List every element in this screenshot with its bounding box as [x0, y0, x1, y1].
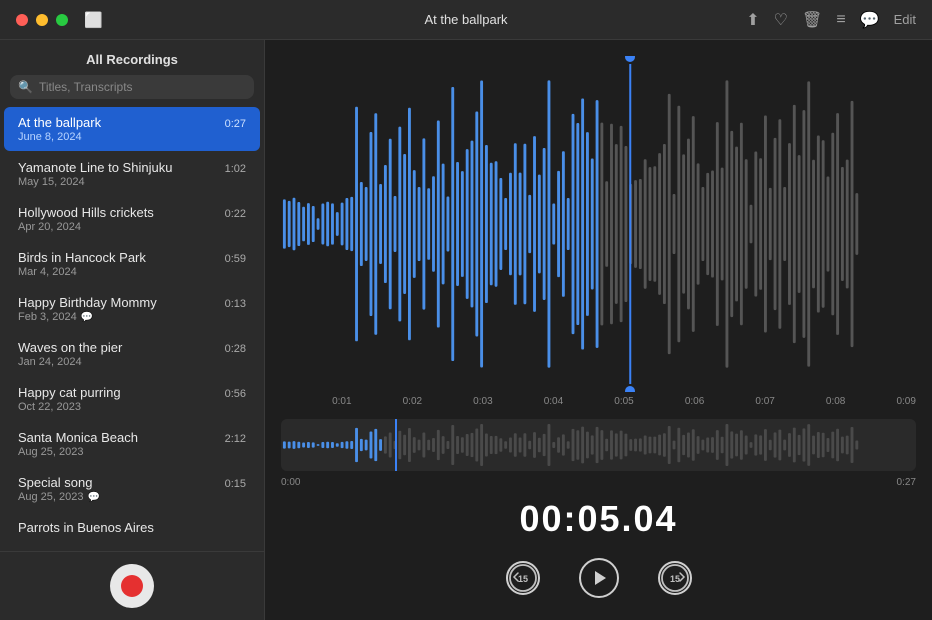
recording-date: Aug 25, 2023	[18, 491, 83, 503]
recording-duration: 0:22	[225, 208, 246, 220]
close-button[interactable]	[16, 14, 28, 26]
recording-duration: 0:27	[225, 118, 246, 130]
skip-back-button[interactable]: 15	[501, 556, 545, 600]
maximize-button[interactable]	[56, 14, 68, 26]
recording-date: May 15, 2024	[18, 176, 85, 188]
recording-name: Hollywood Hills crickets	[18, 205, 154, 220]
time-marker: 0:06	[685, 396, 704, 407]
time-marker: 0:01	[332, 396, 351, 407]
search-input[interactable]	[39, 80, 246, 94]
delete-icon[interactable]: 🗑	[802, 10, 822, 30]
mini-waveform[interactable]	[281, 419, 916, 471]
recording-item-8[interactable]: Santa Monica Beach 2:12 Aug 25, 2023	[4, 422, 260, 466]
time-axis: 0:01 0:02 0:03 0:04 0:05 0:06 0:07 0:08 0:09	[281, 396, 916, 411]
transcript-icon: 💬	[81, 312, 93, 323]
playback-controls: 15 15	[281, 548, 916, 604]
search-icon: 🔍	[18, 80, 33, 94]
main-layout: All Recordings 🔍 At the ballpark 0:27 Ju…	[0, 40, 932, 620]
recording-item-5[interactable]: Happy Birthday Mommy 0:13 Feb 3, 2024 💬	[4, 287, 260, 331]
recording-name: Waves on the pier	[18, 340, 122, 355]
sidebar-toggle-icon[interactable]: ⬜	[84, 11, 103, 29]
recording-item-1[interactable]: At the ballpark 0:27 June 8, 2024	[4, 107, 260, 151]
favorite-icon[interactable]: ♡	[774, 10, 788, 30]
recording-date: Mar 4, 2024	[18, 266, 77, 278]
skip-forward-button[interactable]: 15	[653, 556, 697, 600]
play-pause-button[interactable]	[577, 556, 621, 600]
recording-duration: 0:28	[225, 343, 246, 355]
chat-icon[interactable]: 💬	[860, 10, 880, 30]
recording-date: Feb 3, 2024	[18, 311, 77, 323]
recording-date: Apr 20, 2024	[18, 221, 81, 233]
skip-forward-icon: 15	[658, 561, 692, 595]
recording-name: Santa Monica Beach	[18, 430, 138, 445]
titlebar-actions: ⬆ ♡ 🗑 ≡ 💬 Edit	[746, 10, 916, 30]
window-controls: ⬜	[16, 11, 103, 29]
recording-item-7[interactable]: Happy cat purring 0:56 Oct 22, 2023	[4, 377, 260, 421]
window-title: At the ballpark	[424, 12, 507, 27]
recording-item-3[interactable]: Hollywood Hills crickets 0:22 Apr 20, 20…	[4, 197, 260, 241]
recording-item-4[interactable]: Birds in Hancock Park 0:59 Mar 4, 2024	[4, 242, 260, 286]
record-dot	[121, 575, 143, 597]
recording-name: Special song	[18, 475, 92, 490]
timer-display: 00:05.04	[281, 498, 916, 540]
content-area: 0:01 0:02 0:03 0:04 0:05 0:06 0:07 0:08 0:09 0:0…	[265, 40, 932, 620]
recording-date: Aug 25, 2023	[18, 446, 83, 458]
recording-duration: 0:59	[225, 253, 246, 265]
time-marker: 0:08	[826, 396, 845, 407]
mini-time-start: 0:00	[281, 477, 300, 488]
recording-item-9[interactable]: Special song 0:15 Aug 25, 2023 💬	[4, 467, 260, 511]
recording-item-2[interactable]: Yamanote Line to Shinjuku 1:02 May 15, 2…	[4, 152, 260, 196]
sidebar-header: All Recordings	[0, 40, 264, 75]
sidebar-footer	[0, 551, 264, 620]
time-marker: 0:05	[614, 396, 633, 407]
recording-duration: 1:02	[225, 163, 246, 175]
time-marker: 0:02	[403, 396, 422, 407]
search-bar[interactable]: 🔍	[10, 75, 254, 99]
recording-item-6[interactable]: Waves on the pier 0:28 Jan 24, 2024	[4, 332, 260, 376]
share-icon[interactable]: ⬆	[746, 10, 759, 30]
mini-waveform-svg	[281, 419, 916, 471]
skip-back-icon: 15	[506, 561, 540, 595]
waveform-svg	[281, 56, 916, 392]
recording-date: Oct 22, 2023	[18, 401, 81, 413]
recording-name: Happy cat purring	[18, 385, 121, 400]
recording-date: Jan 24, 2024	[18, 356, 82, 368]
recording-name: Birds in Hancock Park	[18, 250, 146, 265]
time-marker: 0:09	[896, 396, 915, 407]
transcript-icon: 💬	[87, 492, 99, 503]
mini-time-end: 0:27	[897, 477, 916, 488]
recording-duration: 0:15	[225, 478, 246, 490]
mini-time-axis: 0:00 0:27	[281, 475, 916, 490]
edit-button[interactable]: Edit	[894, 12, 916, 27]
main-waveform[interactable]	[281, 56, 916, 392]
minimize-button[interactable]	[36, 14, 48, 26]
recording-name: Happy Birthday Mommy	[18, 295, 157, 310]
recordings-list: At the ballpark 0:27 June 8, 2024 Yamano…	[0, 107, 264, 551]
recording-name: Parrots in Buenos Aires	[18, 520, 154, 535]
recording-name: Yamanote Line to Shinjuku	[18, 160, 172, 175]
play-icon	[579, 558, 619, 598]
sidebar: All Recordings 🔍 At the ballpark 0:27 Ju…	[0, 40, 265, 620]
time-marker: 0:04	[544, 396, 563, 407]
recording-duration: 2:12	[225, 433, 246, 445]
time-marker: 0:07	[755, 396, 774, 407]
recording-duration: 0:56	[225, 388, 246, 400]
svg-text:15: 15	[517, 574, 527, 584]
titlebar: ⬜ At the ballpark ⬆ ♡ 🗑 ≡ 💬 Edit	[0, 0, 932, 40]
list-icon[interactable]: ≡	[836, 11, 845, 29]
recording-item-10[interactable]: Parrots in Buenos Aires	[4, 512, 260, 544]
recording-duration: 0:13	[225, 298, 246, 310]
svg-text:15: 15	[669, 574, 679, 584]
recording-date: June 8, 2024	[18, 131, 82, 143]
record-button[interactable]	[110, 564, 154, 608]
recording-name: At the ballpark	[18, 115, 101, 130]
time-marker: 0:03	[473, 396, 492, 407]
